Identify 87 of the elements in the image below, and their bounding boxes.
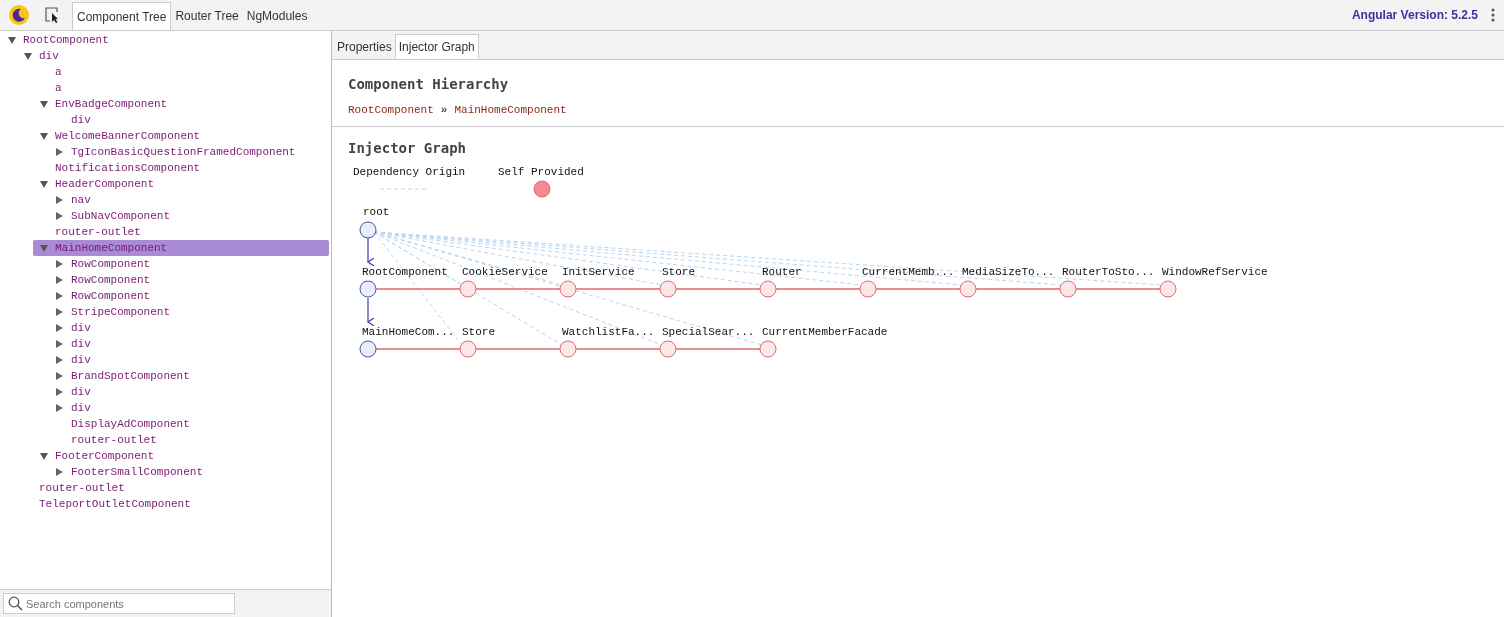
service-node[interactable]: [459, 280, 477, 298]
select-element-icon[interactable]: [44, 6, 60, 24]
tree-item[interactable]: div: [71, 352, 91, 368]
node-label: CurrentMemberFacade: [762, 326, 888, 338]
tab[interactable]: Properties: [334, 34, 395, 59]
service-node[interactable]: [459, 340, 477, 358]
dependency-line-legend: [379, 188, 429, 190]
node-label: Store: [662, 266, 695, 278]
legend-label: Self Provided: [498, 166, 584, 178]
service-node[interactable]: [759, 280, 777, 298]
service-node[interactable]: [559, 280, 577, 298]
expanded-triangle-icon[interactable]: [40, 180, 48, 188]
service-node[interactable]: [1159, 280, 1177, 298]
node-label: root: [363, 206, 390, 218]
tree-item[interactable]: FooterSmallComponent: [71, 464, 204, 480]
tree-item[interactable]: SubNavComponent: [71, 208, 171, 224]
tree-item[interactable]: div: [39, 48, 59, 64]
self-provided-legend-icon: [533, 180, 551, 198]
component-node[interactable]: [359, 280, 377, 298]
tree-item[interactable]: a: [55, 64, 62, 80]
tree-item[interactable]: a: [55, 80, 62, 96]
tree-item[interactable]: DisplayAdComponent: [71, 416, 190, 432]
breadcrumb-link[interactable]: MainHomeComponent: [454, 104, 567, 116]
hierarchy-arrow: [367, 297, 375, 327]
tree-item[interactable]: EnvBadgeComponent: [55, 96, 168, 112]
tree-item[interactable]: StripeComponent: [71, 304, 171, 320]
node-label: WatchlistFa...: [562, 326, 655, 338]
tree-item[interactable]: TgIconBasicQuestionFramedComponent: [71, 144, 296, 160]
hierarchy-arrow: [367, 237, 375, 267]
service-node[interactable]: [1059, 280, 1077, 298]
tree-item[interactable]: div: [71, 112, 91, 128]
tab[interactable]: NgModules: [242, 2, 312, 30]
tab[interactable]: Injector Graph: [394, 34, 479, 59]
service-node[interactable]: [859, 280, 877, 298]
tree-item[interactable]: router-outlet: [39, 480, 125, 496]
node-label: Store: [462, 326, 495, 338]
expanded-triangle-icon[interactable]: [40, 132, 48, 140]
expanded-triangle-icon[interactable]: [40, 452, 48, 460]
service-node[interactable]: [959, 280, 977, 298]
version-label: Angular Version: 5.2.5: [1351, 8, 1478, 22]
breadcrumb-separator: »: [440, 104, 448, 116]
breadcrumb-link[interactable]: RootComponent: [348, 104, 434, 116]
tree-item[interactable]: RowComponent: [71, 256, 151, 272]
node-label: Router: [762, 266, 802, 278]
tree-item[interactable]: HeaderComponent: [55, 176, 155, 192]
tree-item[interactable]: router-outlet: [55, 224, 141, 240]
component-node[interactable]: [359, 340, 377, 358]
service-node[interactable]: [759, 340, 777, 358]
tree-item[interactable]: TeleportOutletComponent: [39, 496, 191, 512]
section-title: Injector Graph: [348, 140, 467, 156]
expanded-triangle-icon[interactable]: [24, 52, 32, 60]
tree-item[interactable]: WelcomeBannerComponent: [55, 128, 201, 144]
node-label: MainHomeCom...: [362, 326, 455, 338]
section-title: Component Hierarchy: [348, 76, 510, 92]
more-menu-icon[interactable]: [1490, 7, 1496, 23]
node-label: RootComponent: [362, 266, 448, 278]
root-node[interactable]: [359, 221, 377, 239]
service-node[interactable]: [659, 280, 677, 298]
service-node[interactable]: [659, 340, 677, 358]
node-label: SpecialSear...: [662, 326, 755, 338]
tree-item[interactable]: div: [71, 336, 91, 352]
tree-item[interactable]: BrandSpotComponent: [71, 368, 190, 384]
moon-icon[interactable]: [8, 4, 30, 26]
tab[interactable]: Router Tree: [171, 2, 243, 30]
tree-item[interactable]: RootComponent: [23, 32, 109, 48]
node-label: CurrentMemb...: [862, 266, 955, 278]
tree-item[interactable]: NotificationsComponent: [55, 160, 201, 176]
tree-item[interactable]: RowComponent: [71, 288, 151, 304]
search-field[interactable]: Search components: [3, 593, 235, 614]
expanded-triangle-icon[interactable]: [40, 100, 48, 108]
search-icon: [8, 596, 23, 611]
legend-label: Dependency Origin: [353, 166, 466, 178]
node-label: RouterToSto...: [1062, 266, 1155, 278]
node-label: WindowRefService: [1162, 266, 1268, 278]
tree-item[interactable]: div: [71, 384, 91, 400]
tree-item[interactable]: div: [71, 400, 91, 416]
node-label: CookieService: [462, 266, 548, 278]
tree-item[interactable]: div: [71, 320, 91, 336]
node-label: InitService: [562, 266, 635, 278]
tree-item[interactable]: RowComponent: [71, 272, 151, 288]
node-label: MediaSizeTo...: [962, 266, 1055, 278]
tree-item[interactable]: nav: [71, 192, 91, 208]
expanded-triangle-icon[interactable]: [8, 36, 16, 44]
service-node[interactable]: [559, 340, 577, 358]
tree-item[interactable]: FooterComponent: [55, 448, 155, 464]
tab[interactable]: Component Tree: [72, 2, 172, 30]
tree-item[interactable]: router-outlet: [71, 432, 157, 448]
